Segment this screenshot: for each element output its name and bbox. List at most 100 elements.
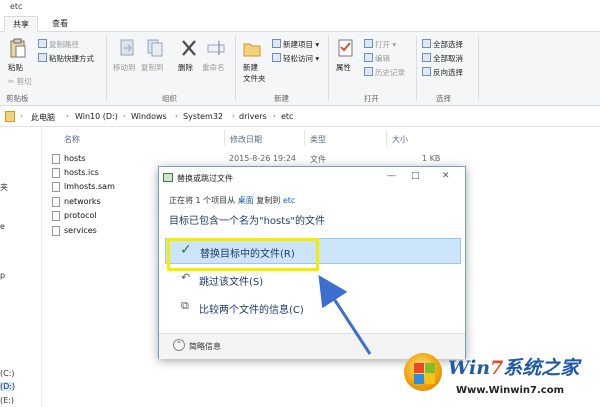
file-row-hosts[interactable]: hosts 2015-8-26 19:24 文件 1 KB: [50, 153, 450, 167]
easy-access-icon: [272, 53, 281, 62]
column-divider[interactable]: [224, 130, 225, 146]
file-name: services: [64, 226, 97, 235]
scissors-icon: ✂: [8, 77, 15, 86]
column-header-modified[interactable]: 修改日期: [230, 134, 262, 145]
rename-icon: [207, 41, 225, 55]
copy-path-icon: [38, 39, 47, 48]
watermark-url: Www.Winwin7.com: [456, 385, 565, 396]
compare-files-label: 比较两个文件的信息(C): [199, 305, 304, 316]
breadcrumb-etc[interactable]: etc: [281, 112, 293, 121]
paste-shortcut-icon: [38, 53, 47, 62]
file-type: 文件: [310, 155, 326, 164]
open-group-label: 打开: [364, 94, 379, 103]
select-none-icon: [422, 53, 431, 62]
file-icon: [52, 211, 60, 221]
properties-button[interactable]: 属性: [336, 62, 351, 73]
source-link[interactable]: 桌面: [238, 196, 254, 205]
nav-item[interactable]: p: [0, 271, 5, 280]
file-modified: 2015-8-26 19:24: [229, 154, 296, 163]
edit-button[interactable]: 编辑: [364, 53, 390, 64]
breadcrumb-separator: ›: [232, 112, 235, 120]
paste-shortcut-button[interactable]: 粘贴快捷方式: [38, 53, 94, 64]
new-group-label: 新建: [274, 94, 289, 103]
invert-selection-icon: [422, 67, 431, 76]
breadcrumb-separator: ›: [20, 112, 23, 120]
delete-icon: [182, 40, 196, 56]
history-button[interactable]: 历史记录: [364, 67, 405, 78]
windows-orb-icon: [404, 353, 442, 391]
select-none-button[interactable]: 全部取消: [422, 53, 463, 64]
column-divider[interactable]: [386, 130, 387, 146]
select-all-button[interactable]: 全部选择: [422, 39, 463, 50]
breadcrumb-drive-d[interactable]: Win10 (D:): [75, 112, 118, 121]
breadcrumb-system32[interactable]: System32: [183, 112, 223, 121]
collapse-details-icon[interactable]: ⌃: [173, 339, 185, 351]
organize-group-label: 组织: [162, 94, 177, 103]
new-folder-button[interactable]: 新建 文件夹: [243, 62, 266, 84]
file-name: networks: [64, 197, 101, 206]
paste-button[interactable]: 粘贴: [8, 62, 23, 73]
dialog-subtitle: 正在将 1 个项目从 桌面 复制到 etc: [169, 196, 296, 205]
breadcrumb-this-pc[interactable]: 此电脑: [31, 112, 55, 123]
select-all-icon: [422, 39, 431, 48]
copy-to-button[interactable]: 复制到: [141, 62, 164, 73]
column-header-size[interactable]: 大小: [392, 134, 408, 145]
file-name: lmhosts.sam: [64, 182, 115, 191]
breadcrumb-separator: ›: [66, 112, 69, 120]
group-divider: [328, 36, 329, 100]
maximize-button[interactable]: □: [411, 171, 420, 181]
column-header-type[interactable]: 类型: [310, 134, 326, 145]
compare-files-option[interactable]: ⧉ 比较两个文件的信息(C): [165, 295, 461, 321]
breadcrumb-windows[interactable]: Windows: [131, 112, 167, 121]
invert-selection-button[interactable]: 反向选择: [422, 67, 463, 78]
window-title: etc: [10, 2, 23, 11]
edit-icon: [364, 53, 373, 62]
fewer-details-link[interactable]: 简略信息: [189, 341, 221, 352]
minimize-button[interactable]: —: [387, 171, 396, 181]
nav-item-drive-e[interactable]: (E:): [0, 396, 14, 405]
folder-icon: [5, 111, 15, 122]
properties-icon: [338, 39, 353, 57]
navigation-pane: 夹 e p (C:) (D:) (E:): [0, 128, 42, 407]
nav-item-drive-d[interactable]: (D:): [0, 382, 15, 391]
nav-item-drive-c[interactable]: (C:): [0, 369, 15, 378]
new-item-icon: [272, 39, 281, 48]
file-icon: [52, 154, 60, 164]
move-to-icon: [120, 39, 134, 56]
address-bar[interactable]: › 此电脑 › Win10 (D:) › Windows › System32 …: [0, 107, 600, 127]
watermark-brand: Win7系统之家: [448, 357, 580, 379]
skip-arrow-icon: ↶: [181, 271, 191, 284]
file-name: protocol: [64, 211, 97, 220]
cut-button[interactable]: ✂ 剪切: [8, 76, 32, 87]
copy-path-button[interactable]: 复制路径: [38, 39, 79, 50]
file-size: 1 KB: [422, 154, 441, 163]
win7-watermark-logo: Win7系统之家 Www.Winwin7.com: [396, 347, 600, 407]
clipboard-group-label: 剪贴板: [6, 94, 29, 103]
destination-link[interactable]: etc: [283, 196, 295, 205]
tab-share[interactable]: 共享: [4, 16, 38, 32]
delete-button[interactable]: 删除: [178, 62, 193, 73]
file-icon: [52, 168, 60, 178]
highlight-box: [167, 238, 319, 271]
column-divider[interactable]: [304, 130, 305, 146]
breadcrumb-drivers[interactable]: drivers: [239, 112, 267, 121]
file-name: hosts: [64, 154, 86, 163]
group-divider: [416, 36, 417, 100]
rename-button[interactable]: 重命名: [202, 62, 225, 73]
ribbon: 粘贴 复制路径 粘贴快捷方式 ✂ 剪切 剪贴板 移动到 复制到 删除 重命名 组…: [0, 32, 600, 106]
breadcrumb-separator: ›: [273, 112, 276, 120]
file-icon: [52, 226, 60, 236]
dialog-copy-icon: [163, 173, 173, 182]
group-divider: [478, 36, 479, 100]
new-item-button[interactable]: 新建项目 ▾: [272, 39, 319, 50]
nav-item[interactable]: e: [0, 222, 5, 231]
tab-view[interactable]: 查看: [44, 16, 76, 32]
open-button[interactable]: 打开 ▾: [364, 39, 396, 50]
new-folder-icon: [243, 43, 261, 57]
move-to-button[interactable]: 移动到: [113, 62, 136, 73]
close-button[interactable]: ✕: [442, 171, 450, 181]
nav-item[interactable]: 夹: [0, 182, 8, 193]
group-divider: [235, 36, 236, 100]
column-header-name[interactable]: 名称: [64, 134, 80, 145]
easy-access-button[interactable]: 轻松访问 ▾: [272, 53, 319, 64]
